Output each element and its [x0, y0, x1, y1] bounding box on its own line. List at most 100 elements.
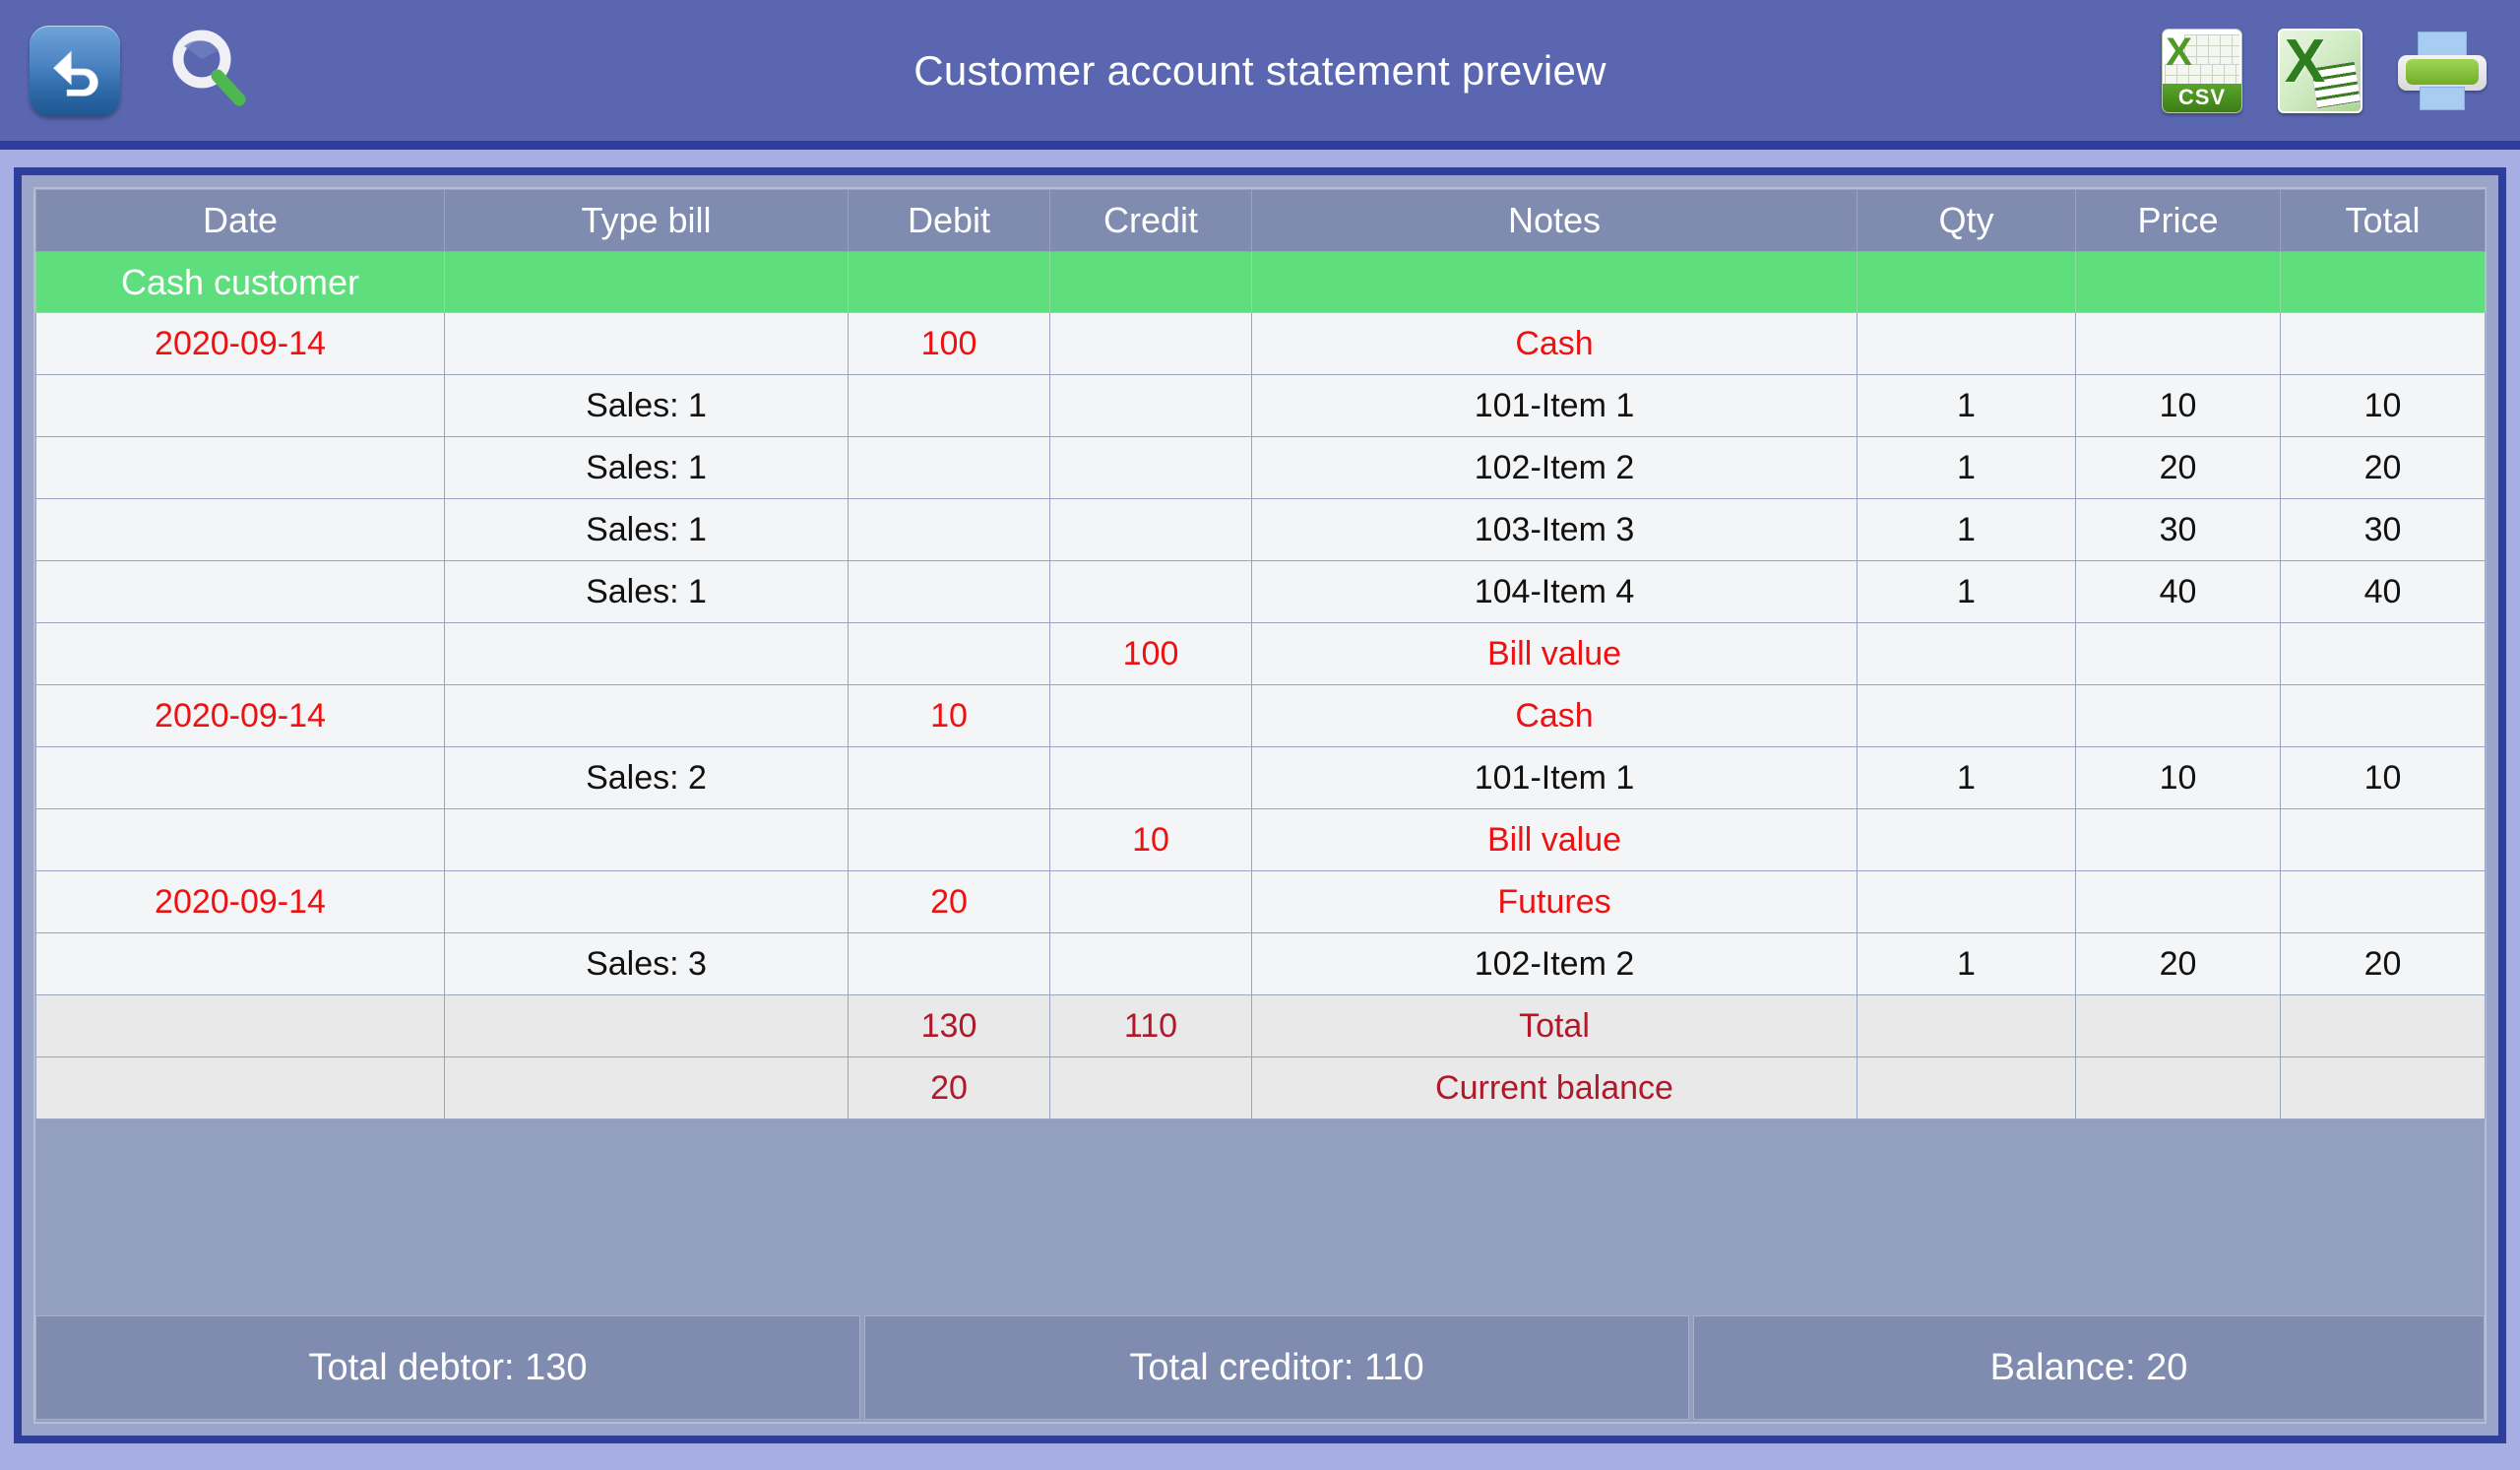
cell-total: 20: [2280, 932, 2486, 995]
print-icon[interactable]: [2398, 31, 2487, 110]
cell-credit: [1049, 560, 1252, 623]
cell-qty: [1857, 870, 2076, 933]
table-row: 10 Bill value: [35, 808, 2486, 871]
cell-credit: [1049, 684, 1252, 747]
cell-price: [2075, 1056, 2281, 1119]
cell-total: [2280, 1056, 2486, 1119]
cell-date: [35, 1056, 445, 1119]
cell-type-bill: Sales: 1: [444, 498, 849, 561]
cell-qty: 1: [1857, 932, 2076, 995]
statement-panel: Date Type bill Debit Credit Notes Qty Pr…: [33, 187, 2487, 1424]
cell-debit: [848, 498, 1050, 561]
cell-qty: 1: [1857, 436, 2076, 499]
back-button[interactable]: [30, 25, 120, 116]
cell-total: 30: [2280, 498, 2486, 561]
table-row: 2020-09-14 10 Cash: [35, 684, 2486, 747]
cell-total: [2280, 808, 2486, 871]
printer-green-band: [2406, 59, 2479, 85]
export-excel-icon[interactable]: X: [2278, 28, 2362, 113]
column-header-total[interactable]: Total: [2280, 189, 2486, 252]
table-row: Sales: 1 104-Item 4 1 40 40: [35, 560, 2486, 623]
cell-notes: [1251, 251, 1858, 313]
cell-credit: [1049, 1056, 1252, 1119]
cell-credit: [1049, 870, 1252, 933]
cell-notes: Bill value: [1251, 808, 1858, 871]
cell-date: [35, 560, 445, 623]
cell-price: [2075, 251, 2281, 313]
statement-frame: Date Type bill Debit Credit Notes Qty Pr…: [14, 167, 2506, 1443]
cell-type-bill: [444, 994, 849, 1057]
summary-row: 130 110 Total: [35, 994, 2486, 1057]
cell-debit: 10: [848, 684, 1050, 747]
cell-price: [2075, 870, 2281, 933]
cell-notes: 102-Item 2: [1251, 932, 1858, 995]
column-header-qty[interactable]: Qty: [1857, 189, 2076, 252]
export-csv-icon[interactable]: X CSV: [2162, 28, 2242, 113]
cell-type-bill: [444, 312, 849, 375]
cell-debit: [848, 808, 1050, 871]
cell-debit: 20: [848, 870, 1050, 933]
column-header-debit[interactable]: Debit: [848, 189, 1050, 252]
table-header-row: Date Type bill Debit Credit Notes Qty Pr…: [35, 189, 2486, 252]
cell-qty: [1857, 684, 2076, 747]
cell-total: [2280, 870, 2486, 933]
column-header-price[interactable]: Price: [2075, 189, 2281, 252]
cell-debit: [848, 560, 1050, 623]
table-row: Sales: 2 101-Item 1 1 10 10: [35, 746, 2486, 809]
table-row: Sales: 3 102-Item 2 1 20 20: [35, 932, 2486, 995]
cell-qty: [1857, 1056, 2076, 1119]
cell-debit: [848, 622, 1050, 685]
printer-paper-bottom: [2419, 86, 2466, 110]
summary-footer: Total debtor: 130 Total creditor: 110 Ba…: [35, 1315, 2485, 1422]
cell-type-bill: [444, 870, 849, 933]
cell-credit: 10: [1049, 808, 1252, 871]
table-row: Sales: 1 102-Item 2 1 20 20: [35, 436, 2486, 499]
column-header-credit[interactable]: Credit: [1049, 189, 1252, 252]
cell-total: [2280, 684, 2486, 747]
cell-type-bill: [444, 1056, 849, 1119]
cell-total: [2280, 622, 2486, 685]
cell-price: [2075, 312, 2281, 375]
table-head: Date Type bill Debit Credit Notes Qty Pr…: [35, 189, 2486, 252]
cell-notes: 103-Item 3: [1251, 498, 1858, 561]
cell-type-bill: [444, 684, 849, 747]
csv-x-glyph: X: [2166, 30, 2192, 74]
table-body: Cash customer 2020-09-14 100 Cash Sales: 1 10…: [35, 251, 2486, 1119]
cell-qty: 1: [1857, 374, 2076, 437]
cell-credit: [1049, 251, 1252, 313]
column-header-notes[interactable]: Notes: [1251, 189, 1858, 252]
cell-date: [35, 746, 445, 809]
cell-type-bill: Sales: 2: [444, 746, 849, 809]
cell-notes: Futures: [1251, 870, 1858, 933]
cell-date: 2020-09-14: [35, 312, 445, 375]
cell-price: 20: [2075, 932, 2281, 995]
search-button[interactable]: [161, 24, 256, 118]
cell-credit: [1049, 746, 1252, 809]
cell-debit: 130: [848, 994, 1050, 1057]
cell-credit: [1049, 436, 1252, 499]
cell-notes: 101-Item 1: [1251, 746, 1858, 809]
cell-qty: [1857, 994, 2076, 1057]
cell-notes: Cash: [1251, 312, 1858, 375]
cell-notes: Cash: [1251, 684, 1858, 747]
cell-total: [2280, 312, 2486, 375]
cell-date: 2020-09-14: [35, 684, 445, 747]
statement-table: Date Type bill Debit Credit Notes Qty Pr…: [35, 189, 2486, 1119]
cell-date: [35, 994, 445, 1057]
csv-label: CSV: [2163, 83, 2241, 112]
excel-x-glyph: X: [2284, 28, 2326, 96]
cell-total: 40: [2280, 560, 2486, 623]
cell-date: [35, 932, 445, 995]
cell-price: 10: [2075, 746, 2281, 809]
cell-qty: 1: [1857, 560, 2076, 623]
cell-debit: 20: [848, 1056, 1050, 1119]
toolbar-left-group: [0, 24, 256, 118]
table-row: 2020-09-14 100 Cash: [35, 312, 2486, 375]
cell-qty: [1857, 808, 2076, 871]
column-header-date[interactable]: Date: [35, 189, 445, 252]
table-row: Sales: 1 103-Item 3 1 30 30: [35, 498, 2486, 561]
cell-debit: [848, 251, 1050, 313]
total-debtor-cell: Total debtor: 130: [35, 1315, 860, 1420]
column-header-type-bill[interactable]: Type bill: [444, 189, 849, 252]
cell-notes: Bill value: [1251, 622, 1858, 685]
